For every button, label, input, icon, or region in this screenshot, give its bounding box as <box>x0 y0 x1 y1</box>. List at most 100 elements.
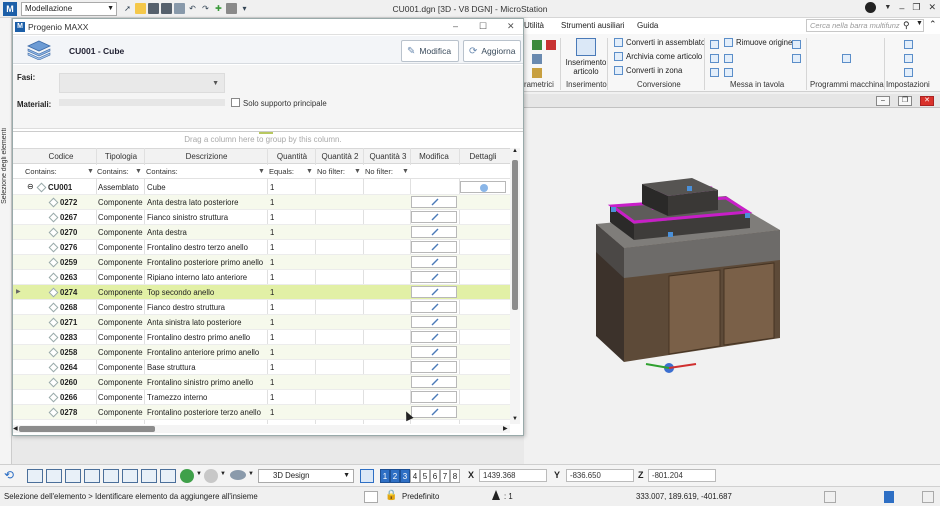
drawing-icon-7[interactable] <box>792 54 801 63</box>
handle-point[interactable] <box>687 186 692 191</box>
insert-article-icon[interactable] <box>576 38 596 56</box>
handle-point[interactable] <box>611 207 616 212</box>
column-header-codice[interactable]: Codice <box>17 152 105 161</box>
chevron-down-icon[interactable]: ▼ <box>248 471 254 477</box>
modifica-button[interactable]: ✎ Modifica <box>401 40 459 62</box>
status-icon-1[interactable] <box>824 491 836 503</box>
docked-panel-strip[interactable]: Selezione degli elementi <box>0 18 12 464</box>
view-cube-icon-7[interactable] <box>141 469 157 483</box>
tab-utilita[interactable]: Utilità <box>524 21 544 30</box>
column-header-descrizione[interactable]: Descrizione <box>145 152 268 161</box>
edit-row-button[interactable] <box>411 331 457 343</box>
edit-row-button[interactable] <box>411 376 457 388</box>
edit-row-button[interactable] <box>411 196 457 208</box>
view-number-5-button[interactable]: 5 <box>420 469 430 483</box>
view-cube-icon-5[interactable] <box>103 469 119 483</box>
z-coord-input[interactable]: -801.204 <box>648 469 716 482</box>
vertical-scrollbar[interactable]: ▲ ▼ <box>510 148 520 424</box>
display-style-icon[interactable] <box>230 470 246 480</box>
filter-tipologia[interactable]: Contains: <box>97 167 129 176</box>
edit-row-button[interactable] <box>411 271 457 283</box>
view-number-4-button[interactable]: 4 <box>410 469 420 483</box>
view-cube-icon-2[interactable] <box>46 469 62 483</box>
solo-supporto-checkbox[interactable] <box>231 98 240 107</box>
dialog-maximize-icon[interactable]: ☐ <box>479 21 487 32</box>
3d-model-view[interactable] <box>524 92 940 464</box>
scroll-up-icon[interactable]: ▲ <box>512 148 518 154</box>
edit-row-button[interactable] <box>411 391 457 403</box>
machine-program-icon[interactable] <box>842 54 851 63</box>
archivia-articolo-button[interactable]: Archivia come articolo <box>614 52 702 61</box>
active-level[interactable]: Predefinito <box>402 492 439 501</box>
dialog-close-icon[interactable]: ✕ <box>507 21 515 32</box>
table-row[interactable]: 0278 Componente Frontalino posteriore terz… <box>13 405 510 420</box>
restore-icon[interactable]: ❐ <box>912 2 920 13</box>
table-row[interactable]: 0266 Componente Tramezzo interno 1 <box>13 390 510 405</box>
x-coord-input[interactable]: 1439.368 <box>479 469 547 482</box>
filter-icon[interactable]: ▼ <box>354 168 361 175</box>
column-header-tipologia[interactable]: Tipologia <box>97 152 145 161</box>
table-row[interactable]: 0268 Componente Fianco destro struttura 1 <box>13 300 510 315</box>
table-row[interactable]: 0263 Componente Ripiano interno lato anter… <box>13 270 510 285</box>
settings-icon-1[interactable] <box>904 40 913 49</box>
edit-row-button[interactable] <box>411 361 457 373</box>
y-coord-input[interactable]: -836.650 <box>566 469 634 482</box>
docked-panel-label[interactable]: Selezione degli elementi <box>1 128 8 204</box>
dialog-minimize-icon[interactable]: – <box>453 21 458 31</box>
drawing-icon-6[interactable] <box>792 40 801 49</box>
drawing-icon-5[interactable] <box>724 68 733 77</box>
parametric-icon-2[interactable] <box>546 40 556 50</box>
fasi-select[interactable]: ▼ <box>59 73 225 93</box>
view-cube-icon-1[interactable] <box>27 469 43 483</box>
table-row[interactable]: 0271 Componente Anta sinistra lato posteri… <box>13 315 510 330</box>
view-number-1-button[interactable]: 1 <box>380 469 390 483</box>
filter-icon[interactable]: ▼ <box>402 168 409 175</box>
view-window[interactable] <box>524 92 940 464</box>
view-cube-icon-3[interactable] <box>65 469 81 483</box>
materiali-field[interactable] <box>59 99 225 106</box>
edit-row-button[interactable] <box>411 211 457 223</box>
horizontal-scrollbar[interactable]: ◀ ▶ <box>13 425 510 433</box>
filter-icon[interactable]: ▼ <box>135 168 142 175</box>
view-mode-select[interactable]: 3D Design ▼ <box>258 469 354 483</box>
scroll-down-icon[interactable]: ▼ <box>512 416 518 422</box>
view-number-2-button[interactable]: 2 <box>390 469 400 483</box>
aggiorna-button[interactable]: ⟳ Aggiorna <box>463 40 521 62</box>
status-icon-2[interactable] <box>884 491 894 503</box>
lock-icon[interactable]: 🔒 <box>385 490 397 501</box>
update-view-icon[interactable]: ⟲ <box>4 468 14 482</box>
settings-icon-3[interactable] <box>904 68 913 77</box>
close-icon[interactable]: ✕ <box>928 2 936 13</box>
scroll-left-icon[interactable]: ◀ <box>13 425 18 432</box>
drawing-icon-3[interactable] <box>710 68 719 77</box>
tab-guida[interactable]: Guida <box>637 21 658 30</box>
parametric-icon-3[interactable] <box>532 54 542 64</box>
edit-row-button[interactable] <box>411 241 457 253</box>
parametric-icon-4[interactable] <box>532 68 542 78</box>
table-row[interactable]: 0276 Componente Frontalino destro terzo an… <box>13 240 510 255</box>
edit-row-button[interactable] <box>411 256 457 268</box>
next-view-icon[interactable] <box>204 469 218 483</box>
table-row[interactable]: 0270 Componente Anta destra 1 <box>13 225 510 240</box>
filter-descrizione[interactable]: Contains: <box>146 167 178 176</box>
table-row[interactable]: 0259 Componente Frontalino posteriore prim… <box>13 255 510 270</box>
grid-splitter-handle[interactable] <box>259 132 273 134</box>
tab-strumenti-ausiliari[interactable]: Strumenti ausiliari <box>561 21 625 30</box>
view-number-7-button[interactable]: 7 <box>440 469 450 483</box>
filter-icon[interactable]: ▼ <box>87 168 94 175</box>
details-button[interactable] <box>460 181 506 193</box>
view-close-icon[interactable]: ✕ <box>920 96 934 106</box>
inserimento-articolo-button[interactable]: Inserimento articolo <box>564 58 608 76</box>
scroll-right-icon[interactable]: ▶ <box>503 425 508 432</box>
edit-row-button[interactable] <box>411 226 457 238</box>
vertical-scroll-thumb[interactable] <box>512 160 518 310</box>
column-header-quantita[interactable]: Quantità <box>268 152 316 161</box>
table-row[interactable]: 0258 Componente Frontalino anteriore primo… <box>13 345 510 360</box>
minimize-icon[interactable]: – <box>899 3 904 13</box>
view-number-6-button[interactable]: 6 <box>430 469 440 483</box>
view-minimize-icon[interactable]: – <box>876 96 890 106</box>
edit-row-button[interactable] <box>411 286 457 298</box>
edit-row-button[interactable] <box>411 301 457 313</box>
view-groups-icon[interactable] <box>360 469 374 483</box>
edit-row-button[interactable] <box>411 406 457 418</box>
